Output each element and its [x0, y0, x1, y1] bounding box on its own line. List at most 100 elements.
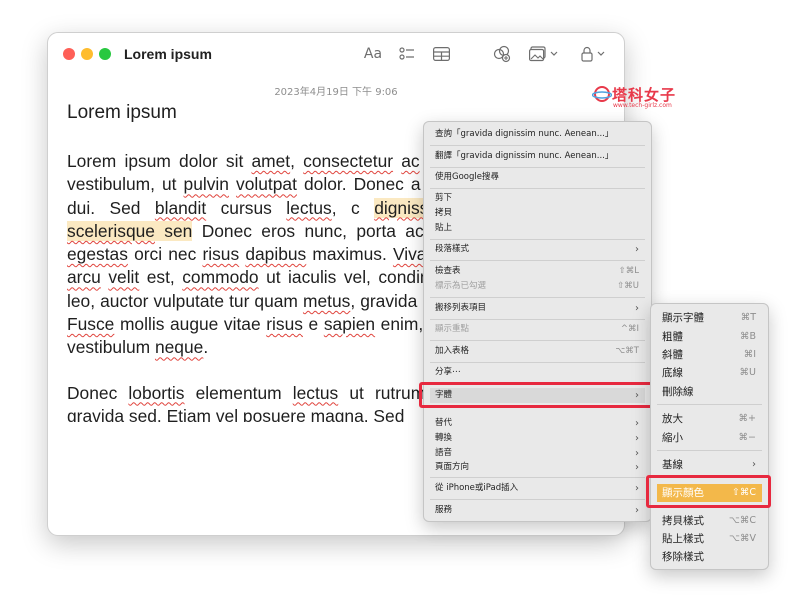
context-menu-item-28[interactable]: 頁面方向 › — [430, 460, 645, 475]
spelling-flagged-word: lectus — [292, 382, 339, 403]
menu-separator — [430, 362, 645, 363]
table-button[interactable] — [430, 43, 452, 65]
spelling-flagged-word: neque — [154, 337, 204, 358]
menu-item-label: 粗體 — [662, 331, 683, 343]
lock-button[interactable] — [579, 43, 609, 65]
checklist-icon — [399, 47, 414, 60]
font-submenu: 顯示字體 ⌘T 粗體 ⌘B 斜體 ⌘I 底線 ⌘U 刪除線 放大 ⌘+ 縮小 ⌘− 基線 › 顯示顏色 ⇧⌘C 拷… — [650, 303, 769, 570]
font-submenu-item-2[interactable]: 斜體 ⌘I — [657, 346, 762, 364]
context-menu-item-13: 標示為已勾選 ⇧⌘U — [430, 279, 645, 294]
media-button[interactable] — [527, 43, 561, 65]
menu-separator — [430, 188, 645, 189]
font-submenu-item-14[interactable]: 貼上樣式 ⌥⌘V — [657, 530, 762, 548]
context-menu-item-32[interactable]: 服務 › — [430, 503, 645, 518]
context-menu-item-19[interactable]: 加入表格 ⌥⌘T — [430, 344, 645, 359]
menu-separator — [430, 145, 645, 146]
context-menu-item-7[interactable]: 拷貝 — [430, 206, 645, 221]
menu-item-label: 貼上樣式 — [662, 533, 704, 545]
close-window-button[interactable] — [63, 48, 75, 60]
menu-item-label: 移除樣式 — [662, 551, 704, 563]
context-menu-item-8[interactable]: 貼上 — [430, 221, 645, 236]
chevron-right-icon: › — [752, 459, 756, 470]
context-menu-item-12[interactable]: 檢查表 ⇧⌘L — [430, 264, 645, 279]
menu-item-label: 斜體 — [662, 349, 683, 361]
font-submenu-item-15[interactable]: 移除樣式 — [657, 548, 762, 566]
menu-item-label: 刪除線 — [662, 386, 694, 398]
spelling-flagged-word: ac — [401, 151, 420, 171]
spelling-flagged-word: volutpat — [236, 174, 297, 195]
menu-item-label: 拷貝 — [435, 208, 453, 218]
menu-item-label: 顯示重點 — [435, 324, 470, 334]
context-menu-item-6[interactable]: 剪下 — [430, 191, 645, 206]
highlighted-text: c — [351, 197, 360, 218]
menu-item-label: 使用Google搜尋 — [435, 172, 499, 182]
menu-item-label: 翻譯「gravida dignissim nunc. Aenean...」 — [435, 151, 614, 161]
font-submenu-item-1[interactable]: 粗體 ⌘B — [657, 328, 762, 346]
menu-item-label: 放大 — [662, 413, 683, 425]
menu-separator — [430, 319, 645, 320]
menu-item-label: 搬移列表項目 — [435, 303, 487, 313]
spelling-flagged-word: dapibus — [245, 244, 307, 265]
shortcut-label: ⌘− — [738, 432, 756, 443]
chevron-right-icon: › — [635, 244, 639, 255]
font-submenu-item-0[interactable]: 顯示字體 ⌘T — [657, 309, 762, 327]
spelling-flagged-word: arcu — [67, 267, 101, 288]
menu-separator — [430, 167, 645, 168]
spelling-flagged-word: lobortis — [128, 382, 185, 403]
menu-separator — [430, 260, 645, 261]
menu-item-label: 查詢「gravida dignissim nunc. Aenean...」 — [435, 129, 614, 139]
spelling-flagged-word: scelerisque — [67, 220, 155, 241]
zoom-window-button[interactable] — [99, 48, 111, 60]
context-menu-item-0[interactable]: 查詢「gravida dignissim nunc. Aenean...」 — [430, 127, 645, 142]
note-timestamp: 2023年4月19日 下午 9:06 — [274, 87, 398, 98]
font-submenu-item-7[interactable]: 縮小 ⌘− — [657, 429, 762, 447]
spelling-flagged-word: egestas — [67, 244, 128, 265]
spelling-flagged-word: risus — [266, 314, 303, 335]
context-menu-item-25[interactable]: 替代 › — [430, 416, 645, 431]
chevron-right-icon: › — [635, 418, 639, 429]
menu-item-label: 底線 — [662, 367, 683, 379]
spelling-flagged-word: pulvin — [183, 174, 229, 195]
menu-item-label: 服務 — [435, 505, 453, 515]
font-submenu-item-4[interactable]: 刪除線 — [657, 383, 762, 401]
menu-item-label: 貼上 — [435, 223, 453, 233]
chevron-right-icon: › — [635, 483, 639, 494]
menu-separator — [430, 239, 645, 240]
lock-icon — [581, 46, 605, 62]
spelling-flagged-word: blandit — [154, 197, 207, 218]
spelling-flagged-word: risus — [202, 244, 240, 265]
chevron-right-icon: › — [635, 505, 639, 516]
context-menu-item-10[interactable]: 段落樣式 › — [430, 242, 645, 257]
chevron-right-icon: › — [635, 462, 639, 473]
spelling-flagged-word: amet — [251, 151, 291, 171]
format-button[interactable]: Aa — [362, 43, 384, 65]
context-menu-item-26[interactable]: 轉換 › — [430, 431, 645, 446]
minimize-window-button[interactable] — [81, 48, 93, 60]
menu-separator — [657, 450, 762, 451]
menu-separator — [657, 404, 762, 405]
highlight-box-show-colors — [646, 475, 771, 508]
font-submenu-item-9[interactable]: 基線 › — [657, 456, 762, 474]
context-menu-item-27[interactable]: 語音 › — [430, 446, 645, 461]
menu-item-label: 檢查表 — [435, 266, 461, 276]
menu-separator — [430, 499, 645, 500]
font-submenu-item-3[interactable]: 底線 ⌘U — [657, 364, 762, 382]
context-menu-item-15[interactable]: 搬移列表項目 › — [430, 301, 645, 316]
spelling-flagged-word: commodo — [182, 267, 259, 288]
context-menu-item-2[interactable]: 翻譯「gravida dignissim nunc. Aenean...」 — [430, 149, 645, 164]
menu-item-label: 標示為已勾選 — [435, 281, 487, 291]
font-submenu-item-13[interactable]: 拷貝樣式 ⌥⌘C — [657, 512, 762, 530]
shortcut-label: ⌘+ — [738, 413, 756, 424]
photo-icon — [529, 46, 558, 62]
menu-item-label: 轉換 — [435, 433, 453, 443]
shortcut-label: ⌘B — [739, 331, 756, 342]
checklist-button[interactable] — [396, 43, 418, 65]
menu-item-label: 基線 — [662, 459, 683, 471]
context-menu-item-30[interactable]: 從 iPhone或iPad插入 › — [430, 481, 645, 496]
context-menu-item-21[interactable]: 分享⋯ — [430, 365, 645, 380]
context-menu-item-4[interactable]: 使用Google搜尋 — [430, 170, 645, 185]
collaborate-button[interactable] — [491, 43, 513, 65]
context-menu-item-17: 顯示重點 ^⌘I — [430, 322, 645, 337]
font-submenu-item-6[interactable]: 放大 ⌘+ — [657, 410, 762, 428]
spelling-flagged-word: sapien — [323, 314, 376, 335]
